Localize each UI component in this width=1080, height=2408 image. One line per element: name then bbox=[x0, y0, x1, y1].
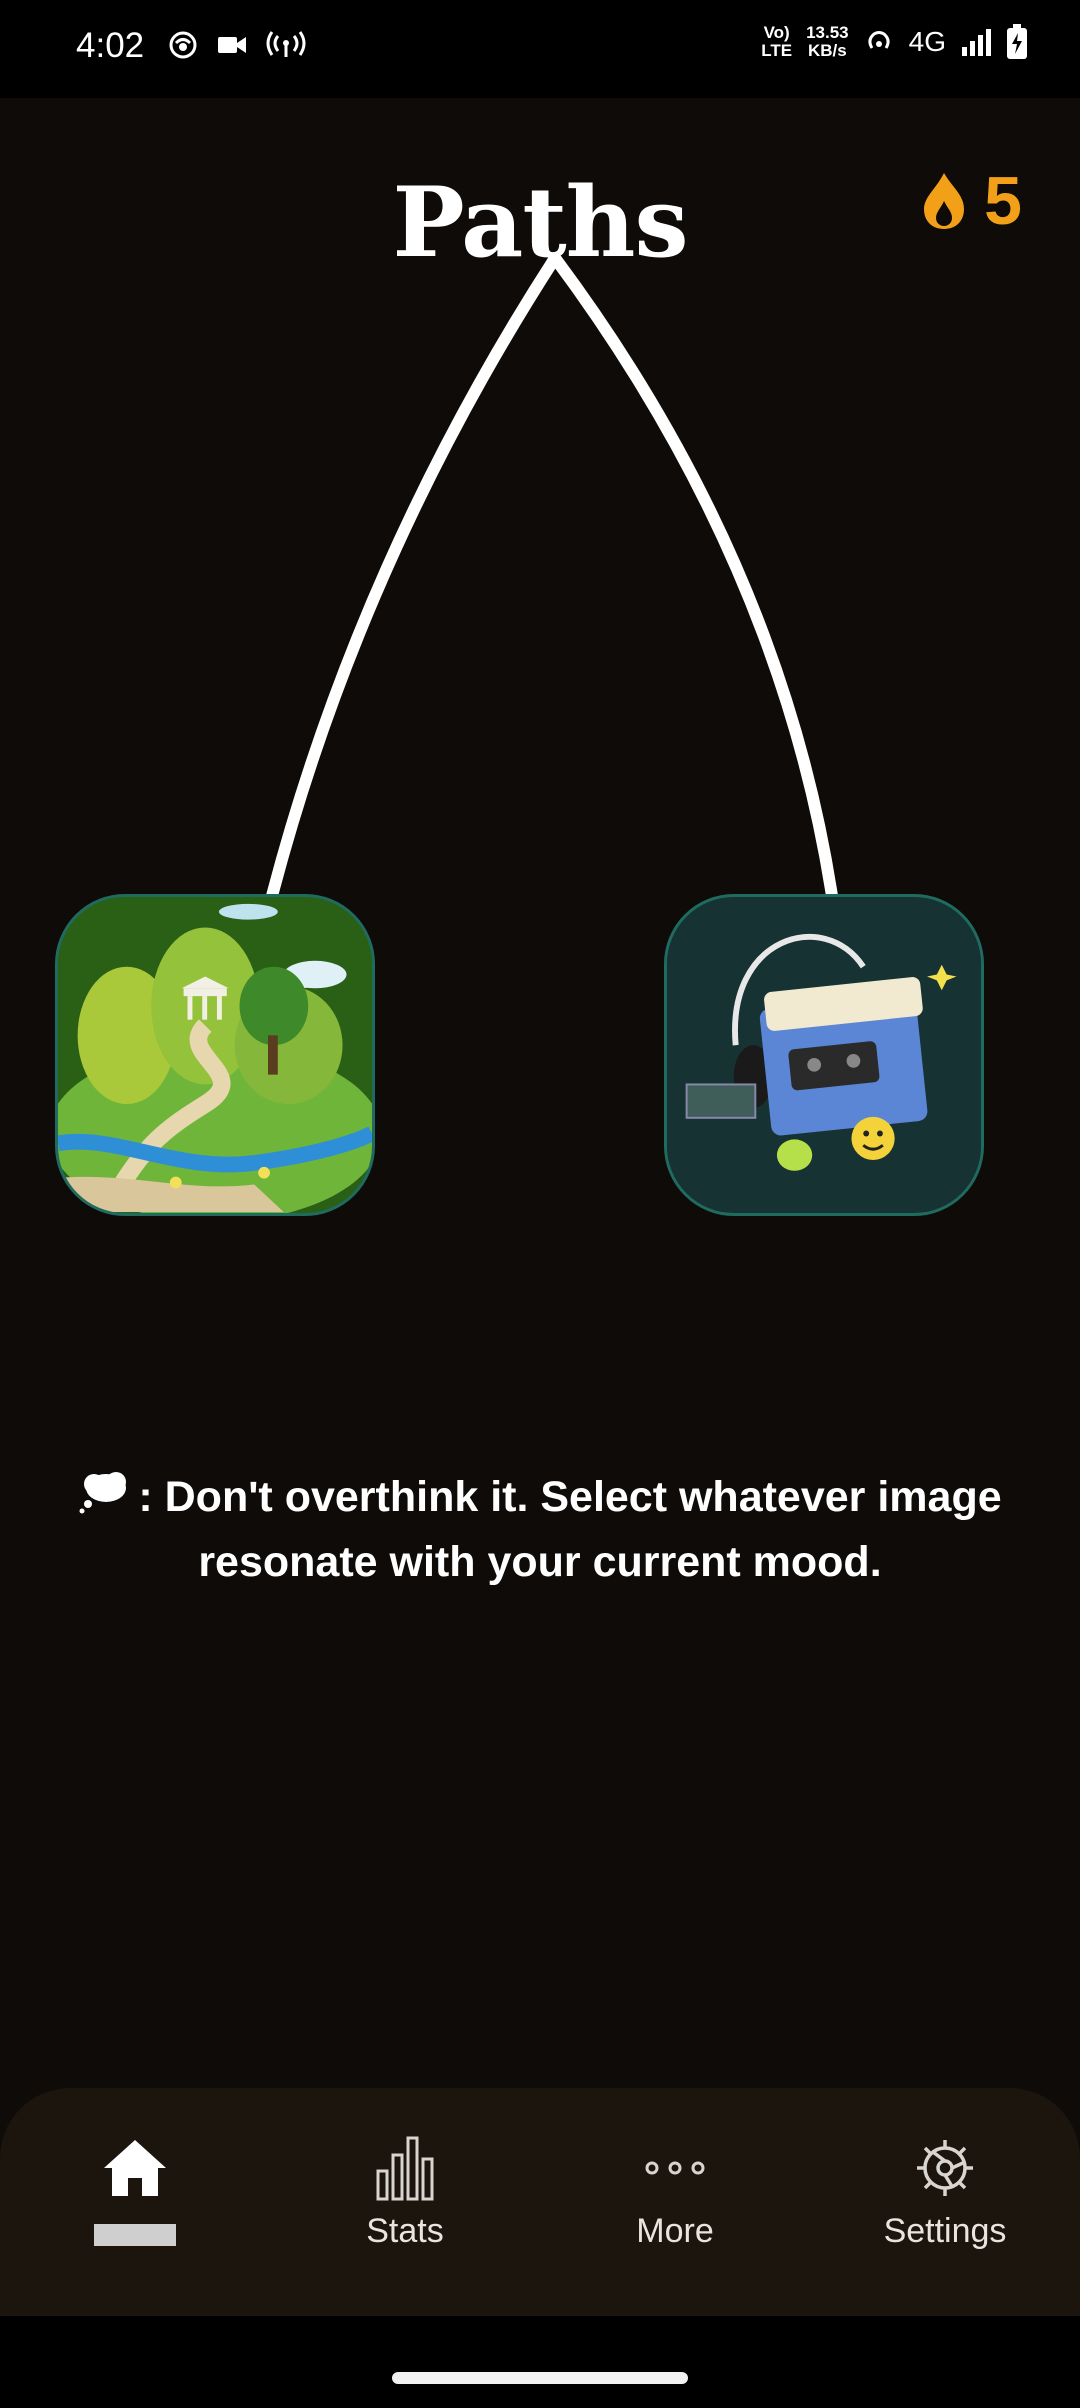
home-gesture-pill[interactable] bbox=[392, 2372, 688, 2384]
hotspot-icon bbox=[266, 31, 306, 57]
bottom-navigation: Stats More Settings bbox=[0, 2088, 1080, 2316]
hint-text: : Don't overthink it. Select whatever im… bbox=[40, 1466, 1040, 1593]
streak-count: 5 bbox=[984, 163, 1022, 239]
nav-settings[interactable]: Settings bbox=[810, 2088, 1080, 2316]
hint-message: : Don't overthink it. Select whatever im… bbox=[138, 1473, 1002, 1587]
park-landscape-card[interactable] bbox=[55, 894, 375, 1216]
home-icon bbox=[104, 2140, 166, 2196]
active-tab-indicator bbox=[94, 2224, 176, 2246]
network-speed: 13.53 KB/s bbox=[806, 23, 849, 60]
flame-icon bbox=[924, 173, 965, 229]
page-title: Paths bbox=[392, 166, 689, 279]
bar-chart-icon bbox=[376, 2136, 434, 2201]
thought-bubble-icon bbox=[78, 1468, 130, 1531]
gear-icon bbox=[917, 2140, 973, 2196]
status-bar: 4:02 Vo) LTE 13.53 KB/s 4G bbox=[0, 0, 1080, 98]
park-landscape-image bbox=[58, 898, 372, 1213]
nav-more[interactable]: More bbox=[540, 2088, 810, 2316]
video-camera-icon bbox=[218, 37, 246, 53]
nav-home[interactable] bbox=[0, 2088, 270, 2316]
gesture-bar-area bbox=[0, 2316, 1080, 2408]
battery-charging-icon bbox=[1007, 24, 1027, 59]
volte-indicator: Vo) LTE bbox=[761, 23, 793, 60]
nav-stats-label: Stats bbox=[366, 2212, 444, 2250]
network-type: 4G bbox=[908, 26, 946, 57]
nav-more-label: More bbox=[636, 2212, 714, 2250]
streak-counter[interactable]: 5 bbox=[922, 166, 1022, 236]
wifi-calling-icon bbox=[868, 31, 890, 49]
nav-stats[interactable]: Stats bbox=[270, 2088, 540, 2316]
signal-icon bbox=[962, 29, 991, 56]
cassette-player-card[interactable] bbox=[664, 894, 984, 1216]
status-time: 4:02 bbox=[76, 26, 145, 65]
more-dots-icon bbox=[645, 2161, 705, 2175]
app-notification-icon bbox=[169, 31, 197, 59]
nav-settings-label: Settings bbox=[883, 2212, 1007, 2250]
cassette-player-image bbox=[667, 898, 981, 1212]
